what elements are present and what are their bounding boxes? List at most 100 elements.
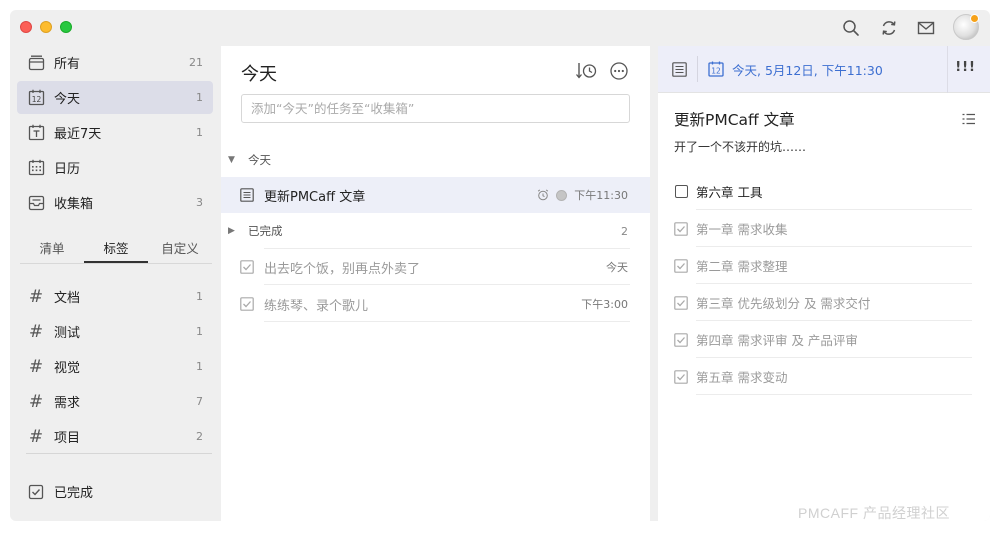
task-detail-title[interactable]: 更新PMCaff 文章 (674, 108, 795, 130)
due-date-button[interactable]: 今天, 5月12日, 下午11:30 (732, 60, 883, 79)
svg-text:12: 12 (31, 95, 41, 104)
task-title: 练练琴、录个歌儿 (264, 298, 369, 314)
mail-icon[interactable] (915, 17, 937, 39)
add-task-input[interactable]: 添加“今天”的任务至“收集箱” (241, 94, 630, 123)
checkbox-checked-icon[interactable] (240, 297, 254, 311)
sidebar-item-completed[interactable]: 已完成 (17, 475, 213, 508)
more-options-icon[interactable] (609, 60, 629, 82)
sidebar-item-label: 已完成 (54, 486, 94, 501)
checkbox-checked-icon[interactable] (674, 295, 688, 310)
checklist-toggle-icon[interactable] (962, 113, 976, 129)
sidebar-item-count: 3 (196, 196, 203, 209)
avatar[interactable] (953, 14, 979, 40)
checkbox-checked-icon[interactable] (674, 221, 688, 236)
sync-icon[interactable] (878, 17, 900, 39)
subtask-item[interactable]: 第一章 需求收集 (674, 210, 972, 247)
sidebar-tag-projects[interactable]: # 项目 2 (17, 420, 213, 453)
calendar-day-icon[interactable]: 12 (708, 61, 724, 77)
sidebar-item-count: 21 (189, 56, 203, 69)
sidebar-item-label: 最近7天 (54, 127, 102, 142)
sidebar-item-next-7-days[interactable]: 最近7天 1 (17, 116, 213, 149)
task-time: 下午3:00 (581, 298, 628, 311)
checkbox-checked-icon[interactable] (674, 258, 688, 273)
expand-triangle-icon: ▶ (228, 226, 235, 236)
tag-count: 2 (196, 430, 203, 443)
hash-icon: # (28, 321, 44, 342)
sidebar-tag-visual[interactable]: # 视觉 1 (17, 350, 213, 383)
sort-by-time-icon[interactable] (575, 60, 597, 82)
tag-count: 7 (196, 395, 203, 408)
checkbox-checked-icon[interactable] (674, 369, 688, 384)
section-title: 今天 (248, 153, 271, 167)
subtask-title: 第一章 需求收集 (696, 222, 788, 237)
sidebar-item-count: 1 (196, 91, 203, 104)
sidebar-item-today[interactable]: 12 今天 1 (17, 81, 213, 114)
sidebar-tag-docs[interactable]: # 文档 1 (17, 280, 213, 313)
subtask-item[interactable]: 第二章 需求整理 (674, 247, 972, 284)
row-divider (264, 284, 630, 285)
sidebar-item-label: 日历 (54, 162, 81, 177)
app-window: 所有 21 12 今天 1 最近7天 1 日历 收集箱 3 清单 标签 自定义 … (10, 10, 990, 521)
sidebar-item-inbox[interactable]: 收集箱 3 (17, 186, 213, 219)
subtask-item[interactable]: 第三章 优先级划分 及 需求交付 (674, 284, 972, 321)
hash-icon: # (28, 391, 44, 412)
task-notes-icon[interactable] (672, 61, 687, 77)
checkbox-checked-icon (27, 483, 45, 501)
task-title: 更新PMCaff 文章 (264, 189, 366, 205)
tag-count: 1 (196, 325, 203, 338)
task-row[interactable]: 更新PMCaff 文章 下午11:30 (221, 177, 650, 213)
toolbar-separator (697, 56, 698, 82)
sidebar-item-all[interactable]: 所有 21 (17, 46, 213, 79)
sidebar-item-label: 收集箱 (54, 197, 94, 212)
sidebar-item-count: 1 (196, 126, 203, 139)
section-header-completed[interactable]: ▶ 已完成 2 (221, 219, 650, 243)
task-detail-panel: 12 今天, 5月12日, 下午11:30 !!! 更新PMCaff 文章 开了… (658, 46, 990, 521)
zoom-window-button[interactable] (60, 21, 72, 33)
task-time: 下午11:30 (574, 189, 628, 202)
checkbox-checked-icon[interactable] (240, 260, 254, 274)
title-bar (10, 10, 990, 46)
task-time: 今天 (606, 261, 628, 274)
subtask-item[interactable]: 第四章 需求评审 及 产品评审 (674, 321, 972, 358)
notification-dot (970, 14, 979, 23)
watermark: PMCAFF 产品经理社区 (798, 505, 950, 521)
section-count: 2 (621, 224, 628, 238)
calendar-grid-icon (27, 159, 45, 177)
task-list-panel: 今天 添加“今天”的任务至“收集箱” ▼ 今天 更新PMCaff 文章 下午11… (221, 46, 650, 521)
task-title: 出去吃个饭，别再点外卖了 (264, 261, 421, 277)
checkbox-unchecked-icon[interactable] (674, 185, 688, 199)
sidebar-tag-requirements[interactable]: # 需求 7 (17, 385, 213, 418)
tag-label: 文档 (54, 291, 81, 306)
checkbox-checked-icon[interactable] (674, 332, 688, 347)
search-icon[interactable] (840, 17, 862, 39)
hash-icon: # (28, 426, 44, 447)
sidebar-tag-testing[interactable]: # 测试 1 (17, 315, 213, 348)
task-row[interactable]: 出去吃个饭，别再点外卖了 今天 (221, 249, 650, 285)
priority-button[interactable]: !!! (955, 60, 976, 75)
section-header-today[interactable]: ▼ 今天 (221, 148, 650, 172)
task-description[interactable]: 开了一个不该开的坑…… (674, 138, 806, 155)
close-window-button[interactable] (20, 21, 32, 33)
task-notes-icon[interactable] (240, 188, 254, 202)
tag-label: 项目 (54, 431, 81, 446)
subtask-item[interactable]: 第五章 需求变动 (674, 358, 972, 395)
sidebar-item-calendar[interactable]: 日历 (17, 151, 213, 184)
detail-toolbar: 12 今天, 5月12日, 下午11:30 !!! (658, 46, 990, 93)
row-divider (264, 321, 630, 322)
subtask-item[interactable]: 第六章 工具 (674, 173, 972, 210)
tab-tags[interactable]: 标签 (84, 236, 148, 263)
calendar-week-icon (27, 124, 45, 142)
tab-custom[interactable]: 自定义 (148, 236, 212, 263)
hash-icon: # (28, 356, 44, 377)
sidebar-divider (26, 453, 212, 454)
calendar-day-icon: 12 (27, 89, 45, 107)
svg-text:12: 12 (711, 67, 721, 76)
sidebar-item-label: 今天 (54, 92, 81, 107)
tag-label: 测试 (54, 326, 81, 341)
alarm-clock-icon (538, 189, 549, 201)
inbox-icon (27, 194, 45, 212)
minimize-window-button[interactable] (40, 21, 52, 33)
tab-lists[interactable]: 清单 (20, 236, 84, 263)
task-row[interactable]: 练练琴、录个歌儿 下午3:00 (221, 286, 650, 322)
sidebar-item-label: 所有 (54, 57, 81, 72)
